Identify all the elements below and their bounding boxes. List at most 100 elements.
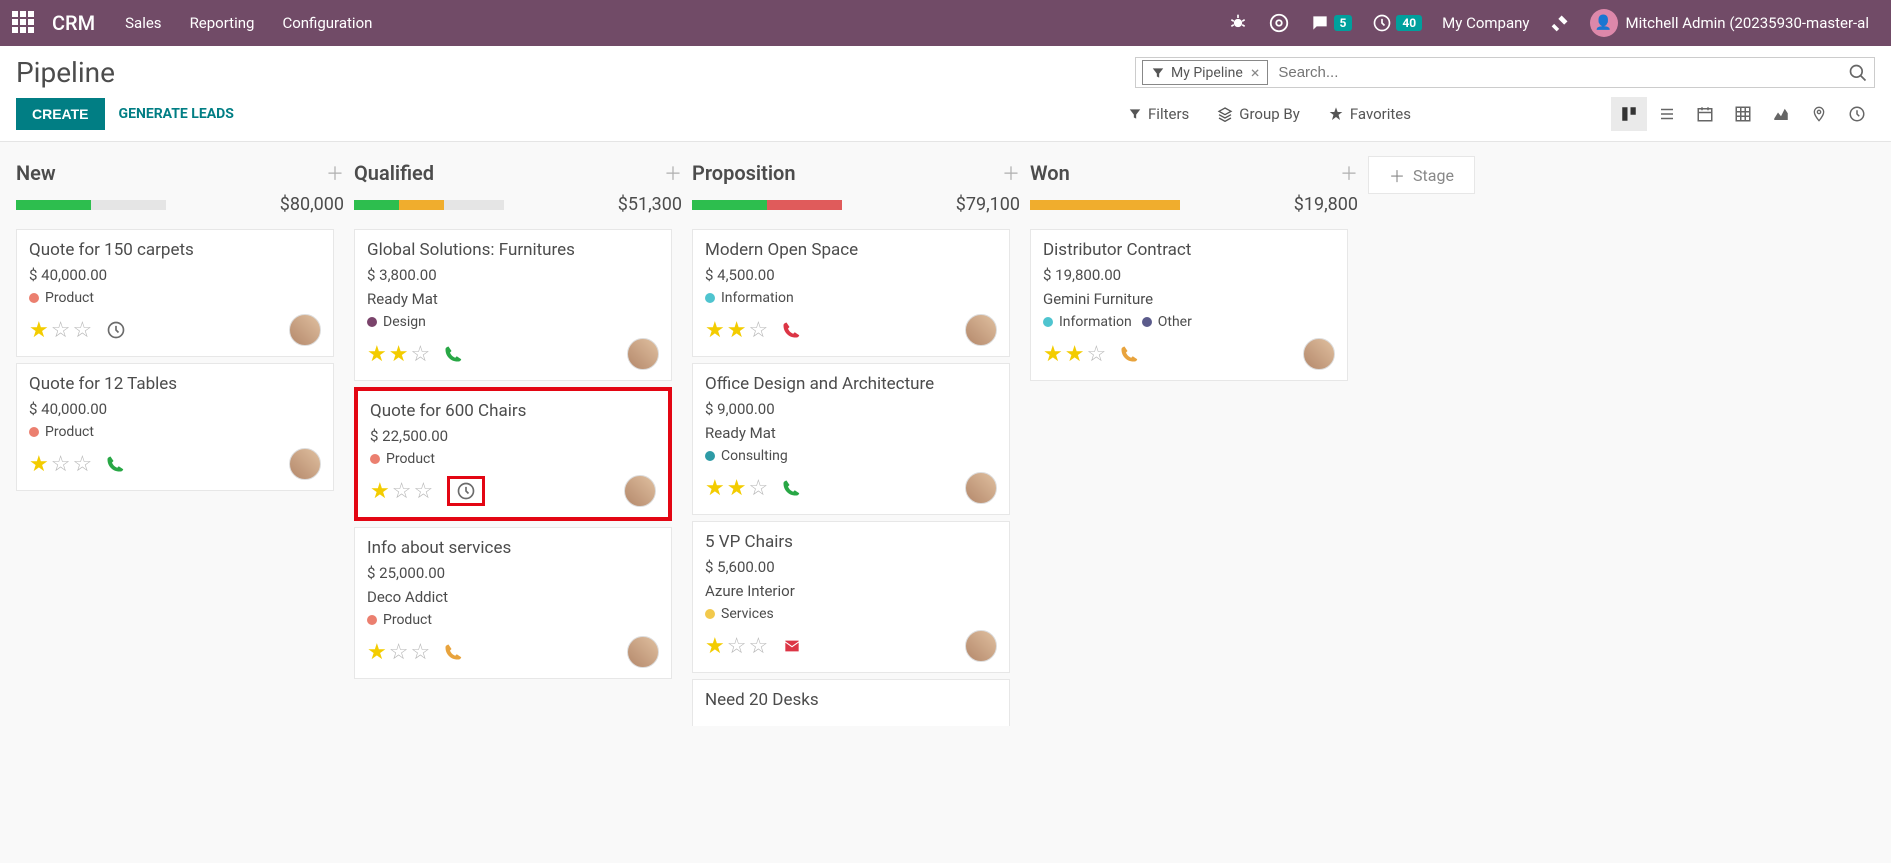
- kanban-card[interactable]: Info about services$ 25,000.00Deco Addic…: [354, 527, 672, 679]
- priority-star-icon[interactable]: ☆: [410, 640, 430, 665]
- priority-star-icon[interactable]: ☆: [1086, 342, 1106, 367]
- kanban-card[interactable]: Modern Open Space$ 4,500.00Information★★…: [692, 229, 1010, 357]
- search-bar[interactable]: My Pipeline ×: [1135, 57, 1875, 88]
- priority-star-icon[interactable]: ★: [29, 452, 49, 477]
- kanban-card[interactable]: Need 20 Desks: [692, 679, 1010, 726]
- priority-star-icon[interactable]: ☆: [413, 479, 433, 504]
- salesperson-avatar[interactable]: [289, 314, 321, 346]
- priority-star-icon[interactable]: ★: [1043, 342, 1063, 367]
- quick-create-icon[interactable]: ＋: [664, 160, 682, 186]
- card-title: Quote for 600 Chairs: [370, 401, 656, 421]
- salesperson-avatar[interactable]: [965, 314, 997, 346]
- priority-star-icon[interactable]: ★: [705, 476, 725, 501]
- activity-icon[interactable]: [1120, 345, 1138, 363]
- create-button[interactable]: CREATE: [16, 98, 105, 130]
- column-title[interactable]: New: [16, 161, 56, 185]
- map-view-icon[interactable]: [1801, 97, 1837, 131]
- activity-view-icon[interactable]: [1839, 97, 1875, 131]
- debug-icon[interactable]: [1228, 13, 1248, 33]
- menu-reporting[interactable]: Reporting: [190, 14, 255, 32]
- column-title[interactable]: Won: [1030, 161, 1070, 185]
- priority-star-icon[interactable]: ☆: [727, 634, 747, 659]
- list-view-icon[interactable]: [1649, 97, 1685, 131]
- priority-star-icon[interactable]: ★: [727, 318, 747, 343]
- search-input[interactable]: [1274, 60, 1848, 85]
- filter-tag[interactable]: My Pipeline ×: [1142, 60, 1268, 85]
- favorites-button[interactable]: Favorites: [1328, 105, 1411, 123]
- activity-icon[interactable]: [106, 320, 126, 340]
- activity-icon[interactable]: [782, 479, 800, 497]
- priority-star-icon[interactable]: ☆: [392, 479, 412, 504]
- filters-button[interactable]: Filters: [1128, 105, 1189, 123]
- priority-star-icon[interactable]: ☆: [72, 318, 92, 343]
- salesperson-avatar[interactable]: [624, 475, 656, 507]
- kanban-card[interactable]: 5 VP Chairs$ 5,600.00Azure InteriorServi…: [692, 521, 1010, 673]
- priority-star-icon[interactable]: ☆: [72, 452, 92, 477]
- priority-star-icon[interactable]: ☆: [51, 452, 71, 477]
- priority-star-icon[interactable]: ☆: [51, 318, 71, 343]
- kanban-card[interactable]: Quote for 600 Chairs$ 22,500.00Product★☆…: [354, 387, 672, 521]
- app-brand[interactable]: CRM: [52, 11, 95, 35]
- kanban-card[interactable]: Office Design and Architecture$ 9,000.00…: [692, 363, 1010, 515]
- progress-bar[interactable]: [1030, 200, 1180, 210]
- progress-bar[interactable]: [16, 200, 166, 210]
- activity-icon[interactable]: [106, 455, 124, 473]
- salesperson-avatar[interactable]: [965, 472, 997, 504]
- group-by-button[interactable]: Group By: [1217, 105, 1300, 123]
- user-menu[interactable]: 👤 Mitchell Admin (20235930-master-al: [1590, 9, 1869, 37]
- priority-star-icon[interactable]: ★: [370, 479, 390, 504]
- priority-star-icon[interactable]: ★: [29, 318, 49, 343]
- priority-star-icon[interactable]: ★: [367, 640, 387, 665]
- column-title[interactable]: Qualified: [354, 161, 434, 185]
- progress-bar[interactable]: [354, 200, 504, 210]
- quick-create-icon[interactable]: ＋: [326, 160, 344, 186]
- priority-star-icon[interactable]: ☆: [748, 318, 768, 343]
- column-title[interactable]: Proposition: [692, 161, 796, 185]
- kanban-card[interactable]: Global Solutions: Furnitures$ 3,800.00Re…: [354, 229, 672, 381]
- priority-star-icon[interactable]: ☆: [389, 640, 409, 665]
- activities-icon[interactable]: 40: [1372, 13, 1422, 33]
- remove-filter-icon[interactable]: ×: [1251, 63, 1260, 82]
- salesperson-avatar[interactable]: [1303, 338, 1335, 370]
- quick-create-icon[interactable]: ＋: [1002, 160, 1020, 186]
- priority-star-icon[interactable]: ★: [705, 318, 725, 343]
- activity-icon[interactable]: [447, 476, 485, 506]
- salesperson-avatar[interactable]: [965, 630, 997, 662]
- salesperson-avatar[interactable]: [627, 636, 659, 668]
- activity-icon[interactable]: [444, 345, 462, 363]
- add-stage-button[interactable]: ＋Stage: [1368, 156, 1475, 194]
- apps-icon[interactable]: [12, 11, 36, 35]
- kanban-column: Won＋$19,800Distributor Contract$ 19,800.…: [1030, 156, 1366, 387]
- messages-icon[interactable]: 5: [1310, 13, 1353, 33]
- activity-icon[interactable]: [782, 321, 800, 339]
- salesperson-avatar[interactable]: [289, 448, 321, 480]
- calendar-view-icon[interactable]: [1687, 97, 1723, 131]
- search-icon[interactable]: [1848, 63, 1868, 83]
- support-icon[interactable]: [1268, 12, 1290, 34]
- company-switcher[interactable]: My Company: [1442, 14, 1529, 32]
- activity-icon[interactable]: [444, 643, 462, 661]
- graph-view-icon[interactable]: [1763, 97, 1799, 131]
- activity-icon[interactable]: [782, 638, 802, 654]
- tools-icon[interactable]: [1550, 13, 1570, 33]
- kanban-card[interactable]: Quote for 12 Tables$ 40,000.00Product★☆☆: [16, 363, 334, 491]
- generate-leads-button[interactable]: GENERATE LEADS: [119, 106, 234, 122]
- priority-star-icon[interactable]: ☆: [748, 476, 768, 501]
- salesperson-avatar[interactable]: [627, 338, 659, 370]
- priority-star-icon[interactable]: ★: [389, 342, 409, 367]
- menu-sales[interactable]: Sales: [125, 14, 161, 32]
- column-header: Qualified ＋: [354, 156, 690, 194]
- priority-star-icon[interactable]: ★: [367, 342, 387, 367]
- kanban-card[interactable]: Distributor Contract$ 19,800.00Gemini Fu…: [1030, 229, 1348, 381]
- menu-configuration[interactable]: Configuration: [282, 14, 372, 32]
- kanban-card[interactable]: Quote for 150 carpets$ 40,000.00Product★…: [16, 229, 334, 357]
- pivot-view-icon[interactable]: [1725, 97, 1761, 131]
- priority-star-icon[interactable]: ★: [705, 634, 725, 659]
- priority-star-icon[interactable]: ★: [1065, 342, 1085, 367]
- priority-star-icon[interactable]: ☆: [748, 634, 768, 659]
- quick-create-icon[interactable]: ＋: [1340, 160, 1358, 186]
- priority-star-icon[interactable]: ☆: [410, 342, 430, 367]
- priority-star-icon[interactable]: ★: [727, 476, 747, 501]
- progress-bar[interactable]: [692, 200, 842, 210]
- kanban-view-icon[interactable]: [1611, 97, 1647, 131]
